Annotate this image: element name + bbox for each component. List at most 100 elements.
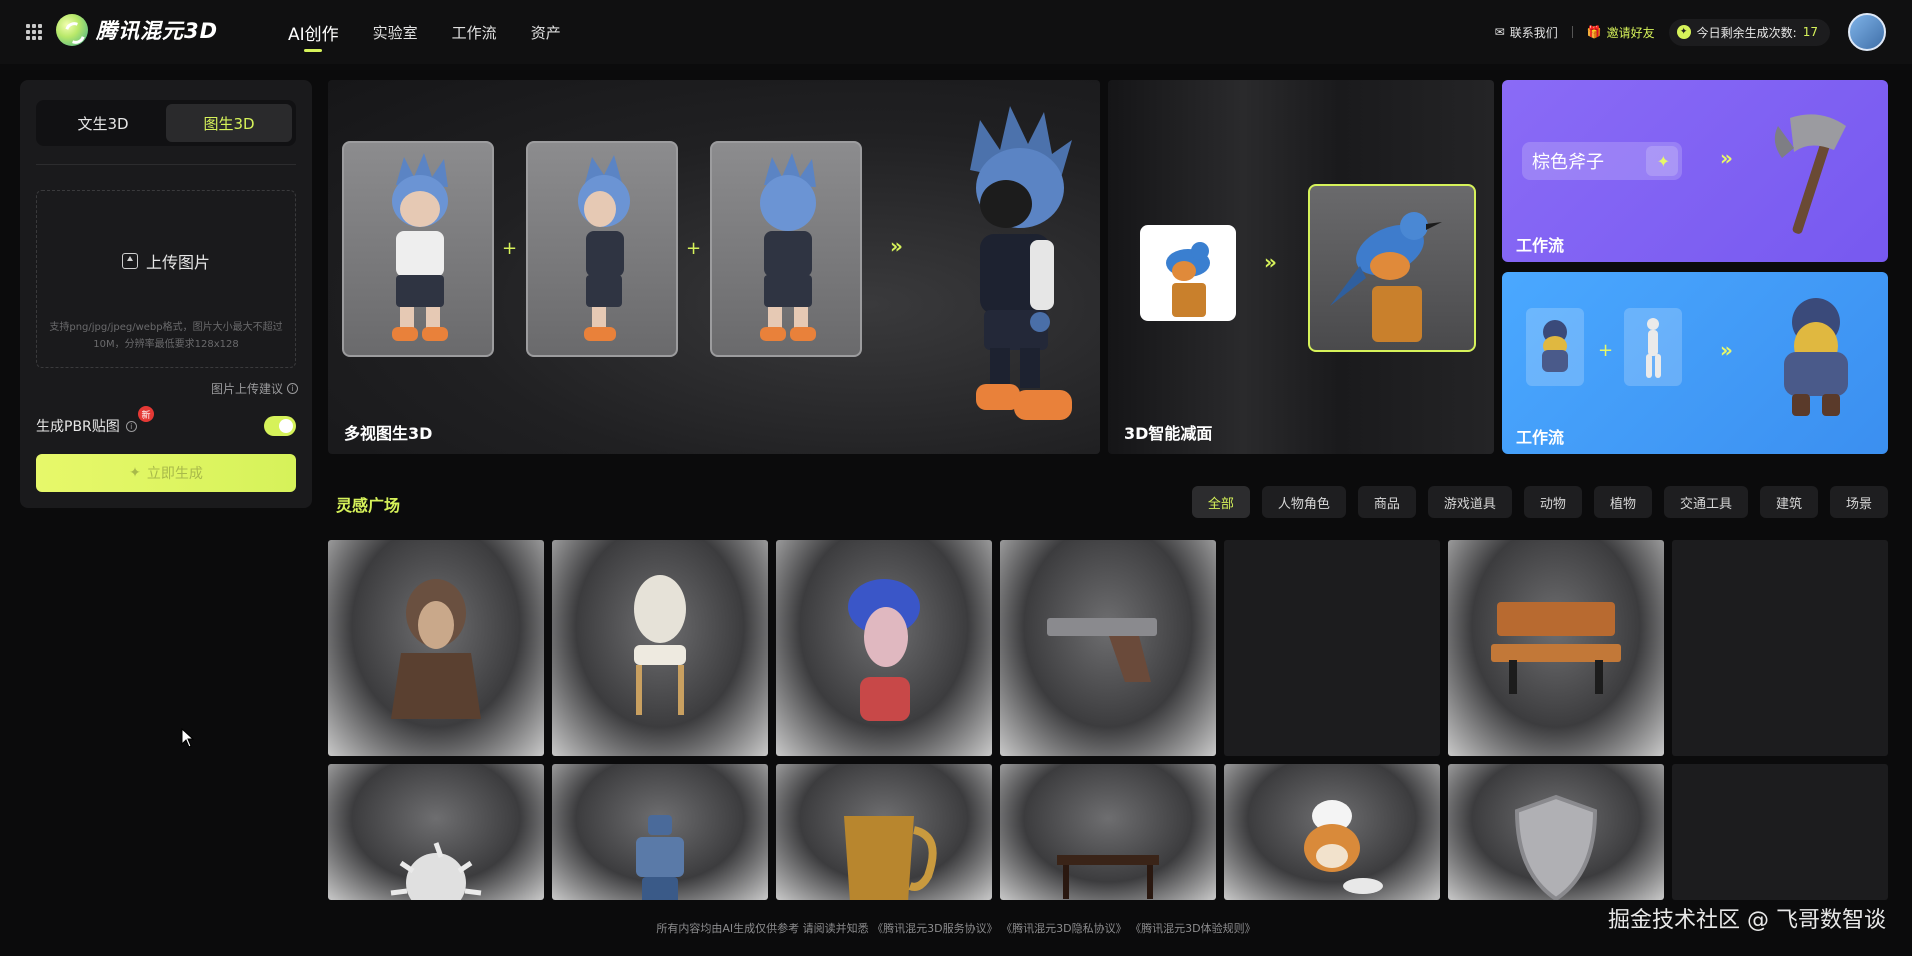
pose-figure-image	[1646, 318, 1661, 378]
gallery-item-loading[interactable]	[1224, 540, 1440, 756]
filter-scenes[interactable]: 场景	[1829, 486, 1888, 518]
generation-panel: 文生3D 图生3D 上传图片 支持png/jpg/jpeg/webp格式，图片大…	[20, 80, 312, 508]
plus-icon: +	[686, 238, 702, 259]
banner-smart-reduce[interactable]: » 3D智能减面	[1108, 80, 1494, 454]
gallery-item-table[interactable]	[1000, 764, 1216, 900]
mail-icon: ✉	[1494, 25, 1505, 39]
info-icon: i	[287, 383, 298, 394]
top-bar: 腾讯混元3D AI创作 实验室 工作流 资产 ✉ 联系我们 🎁 邀请好友 ✦ 今…	[0, 0, 1912, 64]
upload-icon	[121, 253, 138, 269]
logo-text: 腾讯混元3D	[96, 19, 219, 43]
robot-model-image	[636, 815, 684, 900]
banner-title: 3D智能减面	[1124, 424, 1213, 443]
filter-animals[interactable]: 动物	[1523, 486, 1582, 518]
gallery-item-pistol[interactable]	[1000, 540, 1216, 756]
gallery-item-head[interactable]	[776, 540, 992, 756]
double-chevron-icon: »	[890, 234, 903, 258]
nav-lab[interactable]: 实验室	[373, 0, 418, 64]
character-front-image	[392, 153, 448, 341]
double-chevron-icon: »	[1720, 146, 1733, 170]
character-side-image	[578, 155, 630, 341]
double-chevron-icon: »	[1720, 338, 1733, 362]
contact-link[interactable]: ✉ 联系我们	[1495, 24, 1558, 41]
gallery-item-loading[interactable]	[1672, 540, 1888, 756]
divider	[1571, 26, 1573, 38]
table-model-image	[1057, 854, 1159, 899]
gallery-item-virus[interactable]	[328, 764, 544, 900]
axe-3d-image	[1774, 114, 1846, 234]
coin-icon: ✦	[1676, 25, 1691, 39]
invite-link[interactable]: 🎁 邀请好友	[1587, 24, 1655, 41]
head-model-image	[848, 579, 920, 721]
filter-game-props[interactable]: 游戏道具	[1427, 486, 1512, 518]
bird-photo	[1140, 225, 1236, 321]
banner-title: 工作流	[1516, 236, 1565, 255]
banner-workflow-rig[interactable]: + » 工作流	[1502, 272, 1888, 454]
image-upload-area[interactable]: 上传图片 支持png/jpg/jpeg/webp格式，图片大小最大不超过10M，…	[36, 190, 296, 368]
double-chevron-icon: »	[1264, 250, 1277, 274]
tab-text-to-3d[interactable]: 文生3D	[40, 104, 166, 142]
generate-label: 立即生成	[146, 466, 203, 482]
mode-tabs: 文生3D 图生3D	[36, 100, 296, 146]
dwarf-3d-image	[1784, 298, 1848, 416]
banner-workflow-text[interactable]: 棕色斧子 ✦ » 工作流	[1502, 80, 1888, 262]
filter-all[interactable]: 全部	[1191, 486, 1250, 518]
bird-3d-image	[1330, 212, 1442, 342]
nav-ai-create[interactable]: AI创作	[288, 0, 339, 64]
chair-model-image	[634, 575, 686, 715]
character-back-image	[760, 153, 816, 341]
filter-products[interactable]: 商品	[1357, 486, 1416, 518]
workflow-prompt-text: 棕色斧子	[1532, 152, 1604, 173]
pbr-toggle[interactable]	[264, 416, 296, 436]
new-badge: 新	[138, 406, 154, 422]
generate-button[interactable]: ✦ 立即生成	[36, 454, 296, 492]
quota-value: 17	[1802, 25, 1818, 39]
view-side	[526, 141, 678, 357]
nav-workflow[interactable]: 工作流	[452, 0, 497, 64]
filter-vehicles[interactable]: 交通工具	[1663, 486, 1748, 518]
gallery-item-robot[interactable]	[552, 764, 768, 900]
upload-label: 上传图片	[145, 253, 210, 272]
upload-hint: 支持png/jpg/jpeg/webp格式，图片大小最大不超过10M，分辨率最低…	[49, 322, 283, 350]
plus-icon: +	[1598, 340, 1614, 361]
gallery-item-bench[interactable]	[1448, 540, 1664, 756]
header-actions: ✉ 联系我们 🎁 邀请好友 ✦ 今日剩余生成次数: 17	[1495, 0, 1886, 64]
gallery-item-loading[interactable]	[1672, 764, 1888, 900]
bust-model-image	[391, 579, 481, 719]
pistol-model-image	[1047, 618, 1157, 682]
gift-icon: 🎁	[1586, 25, 1602, 39]
upload-advice-link[interactable]: 图片上传建议 i	[211, 380, 298, 397]
banner-title: 多视图生3D	[344, 424, 433, 443]
filter-characters[interactable]: 人物角色	[1261, 486, 1346, 518]
watermark: 掘金技术社区 @ 飞哥数智谈	[1608, 908, 1886, 933]
pbr-label: 生成PBR贴图	[36, 419, 120, 435]
filter-plants[interactable]: 植物	[1593, 486, 1652, 518]
app-grid-icon[interactable]	[26, 24, 42, 40]
upload-button[interactable]: 上传图片	[37, 249, 295, 273]
mouse-cursor-icon	[181, 728, 195, 748]
workflow-prompt-box: 棕色斧子 ✦	[1522, 142, 1682, 180]
nav-assets[interactable]: 资产	[531, 0, 561, 64]
upload-advice-label: 图片上传建议	[210, 382, 283, 396]
quota-label: 今日剩余生成次数:	[1696, 25, 1797, 40]
pbr-option: 生成PBR贴图 i 新	[36, 406, 296, 438]
user-avatar[interactable]	[1848, 13, 1886, 51]
gallery-item-shield[interactable]	[1448, 764, 1664, 900]
tab-image-to-3d[interactable]: 图生3D	[166, 104, 292, 142]
inspiration-title: 灵感广场	[336, 496, 401, 515]
gallery-item-chair[interactable]	[552, 540, 768, 756]
gallery-item-cup[interactable]	[776, 764, 992, 900]
filter-buildings[interactable]: 建筑	[1759, 486, 1818, 518]
banner-title: 工作流	[1516, 428, 1565, 447]
chef-dog-model-image	[1304, 800, 1383, 895]
logo[interactable]: 腾讯混元3D	[56, 14, 218, 46]
gallery-item-chef-dog[interactable]	[1224, 764, 1440, 900]
contact-label: 联系我们	[1509, 25, 1558, 40]
character-3d-result	[970, 106, 1072, 420]
banner-multi-view[interactable]: + + » 多视图生3D	[328, 80, 1100, 454]
info-icon[interactable]: i	[125, 420, 137, 432]
gallery-item-bust[interactable]	[328, 540, 544, 756]
pose-thumb	[1624, 308, 1682, 386]
bench-model-image	[1491, 602, 1621, 694]
view-front	[342, 141, 494, 357]
